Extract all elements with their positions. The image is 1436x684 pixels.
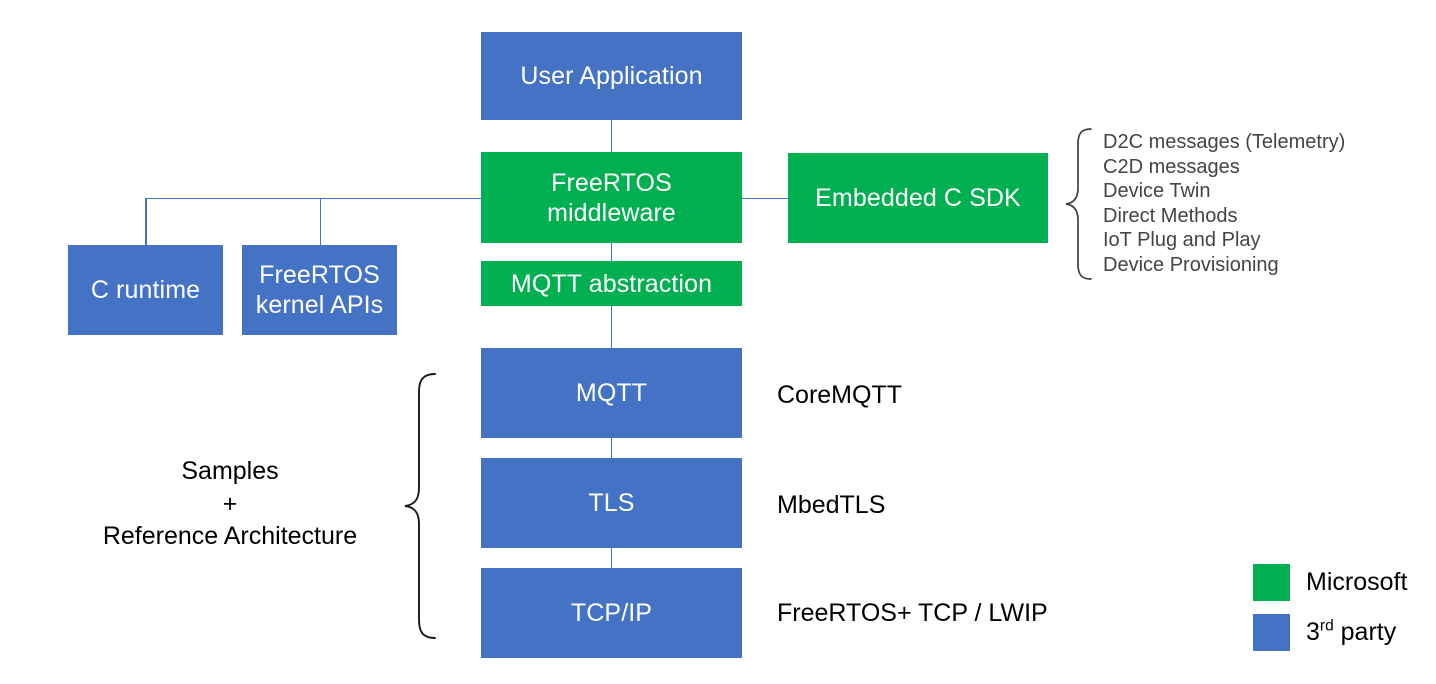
legend-label-third-party: 3rd party xyxy=(1306,618,1396,647)
legend-row-microsoft: Microsoft xyxy=(1253,564,1407,601)
impl-label-mbedtls: MbedTLS xyxy=(777,491,886,519)
legend-swatch-microsoft xyxy=(1253,564,1290,601)
connector-middleware-to-mqttabstraction xyxy=(610,243,613,261)
box-mqtt-label: MQTT xyxy=(575,379,648,407)
legend-third-party-suffix: party xyxy=(1333,618,1397,646)
box-user-application-label: User Application xyxy=(520,62,703,90)
legend-swatch-third-party xyxy=(1253,614,1290,651)
box-freertos-middleware[interactable]: FreeRTOS middleware xyxy=(481,152,742,243)
box-mqtt-abstraction[interactable]: MQTT abstraction xyxy=(481,261,742,306)
box-freertos-middleware-label: FreeRTOS middleware xyxy=(547,168,676,227)
box-c-runtime[interactable]: C runtime xyxy=(68,245,223,335)
box-embedded-c-sdk[interactable]: Embedded C SDK xyxy=(788,153,1048,243)
legend-third-party-ordinal-suffix: rd xyxy=(1319,617,1334,635)
connector-userapp-to-middleware xyxy=(610,120,613,153)
connector-tls-to-tcpip xyxy=(610,548,613,568)
connector-branch-to-kernel-apis xyxy=(319,197,322,246)
connector-middleware-to-left-branch xyxy=(145,197,481,200)
sdk-features-brace xyxy=(1065,128,1092,280)
box-freertos-kernel-apis-label: FreeRTOS kernel APIs xyxy=(255,261,384,319)
legend: Microsoft 3rd party xyxy=(1253,564,1428,659)
diagram-canvas: User Application FreeRTOS middleware Emb… xyxy=(0,0,1436,684)
box-tcp-ip-label: TCP/IP xyxy=(570,599,653,627)
box-tcp-ip[interactable]: TCP/IP xyxy=(481,568,742,658)
box-tls-label: TLS xyxy=(588,489,635,517)
connector-middleware-to-sdk xyxy=(742,197,788,200)
impl-label-freertos-tcp-lwip: FreeRTOS+ TCP / LWIP xyxy=(777,599,1048,627)
legend-label-microsoft: Microsoft xyxy=(1306,568,1408,596)
samples-reference-architecture-note: Samples + Reference Architecture xyxy=(102,457,358,550)
box-embedded-c-sdk-label: Embedded C SDK xyxy=(815,184,1021,212)
box-mqtt-abstraction-label: MQTT abstraction xyxy=(510,269,713,298)
connector-branch-to-c-runtime xyxy=(145,197,147,246)
samples-brace xyxy=(404,373,436,639)
box-freertos-kernel-apis[interactable]: FreeRTOS kernel APIs xyxy=(242,245,397,335)
legend-third-party-prefix: 3 xyxy=(1306,618,1320,646)
sdk-feature-list: D2C messages (Telemetry) C2D messages De… xyxy=(1103,131,1346,276)
impl-label-coremqtt: CoreMQTT xyxy=(777,381,902,409)
box-user-application[interactable]: User Application xyxy=(481,32,742,120)
connector-mqttabstraction-to-mqtt xyxy=(610,306,613,348)
box-tls[interactable]: TLS xyxy=(481,458,742,548)
box-mqtt[interactable]: MQTT xyxy=(481,348,742,438)
connector-mqtt-to-tls xyxy=(610,438,613,458)
legend-row-third-party: 3rd party xyxy=(1253,614,1396,651)
box-c-runtime-label: C runtime xyxy=(90,276,201,304)
